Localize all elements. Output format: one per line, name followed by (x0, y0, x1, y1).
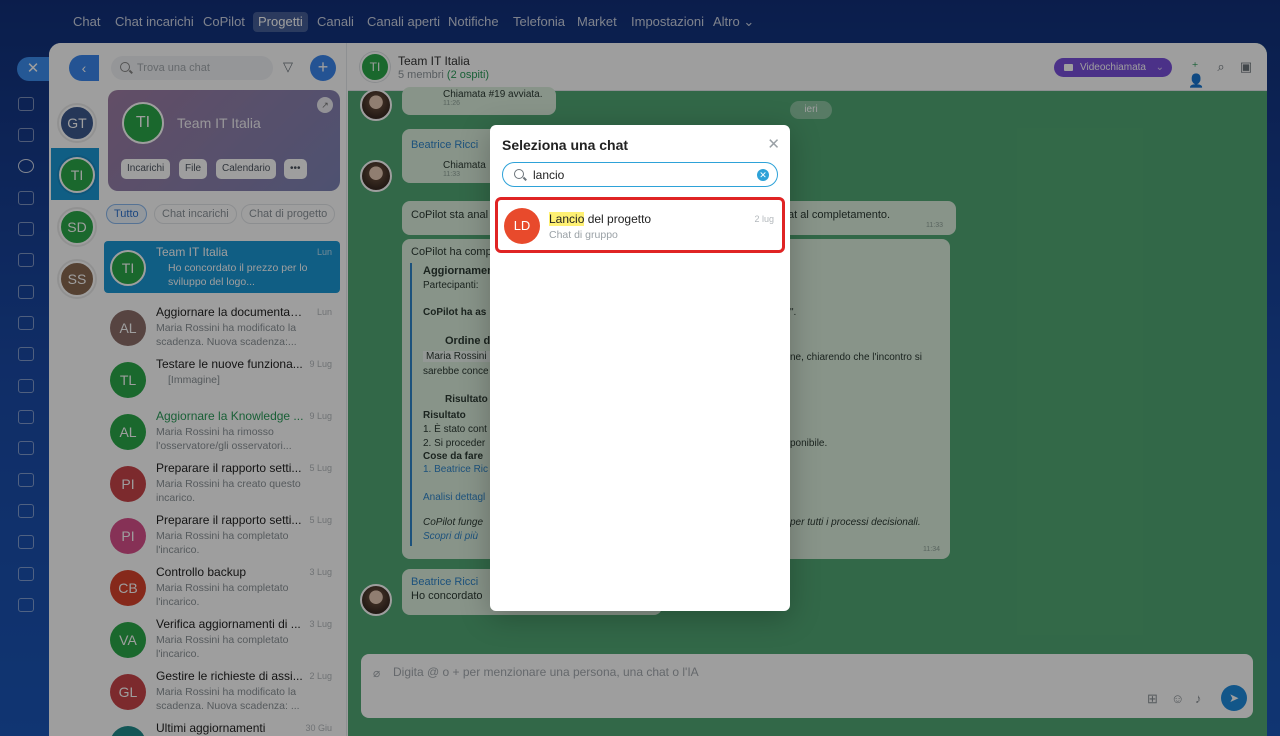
result-name-rest: del progetto (584, 212, 652, 226)
search-value: lancio (533, 168, 565, 182)
close-icon[interactable]: ✕ (767, 135, 780, 153)
result-date: 2 lug (754, 214, 774, 224)
clear-icon[interactable]: ✕ (757, 169, 769, 181)
dialog-title: Seleziona una chat (502, 137, 629, 153)
search-result-item[interactable]: LD Lancio del progetto Chat di gruppo 2 … (495, 197, 785, 253)
result-name: Lancio del progetto (549, 212, 651, 226)
result-avatar: LD (504, 208, 540, 244)
chat-search-input[interactable]: lancio ✕ (502, 162, 778, 187)
result-highlight: Lancio (549, 212, 585, 226)
select-chat-dialog: Seleziona una chat ✕ lancio ✕ LD Lancio … (490, 125, 790, 611)
search-icon (514, 169, 524, 179)
result-subtitle: Chat di gruppo (549, 229, 618, 241)
